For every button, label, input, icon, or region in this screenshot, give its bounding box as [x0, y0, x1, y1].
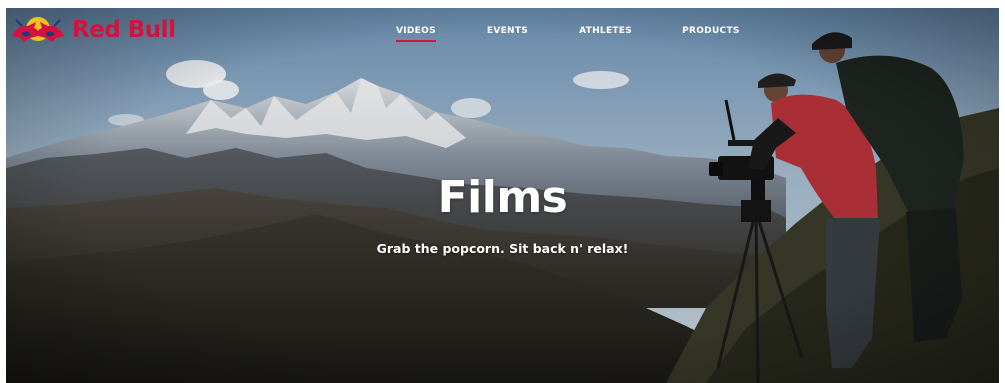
nav-item-videos[interactable]: VIDEOS [396, 26, 436, 42]
main-nav: VIDEOS EVENTS ATHLETES PRODUCTS [396, 26, 740, 42]
brand-name: Red Bull [72, 17, 176, 43]
active-nav-indicator [396, 40, 436, 42]
top-navigation-bar: Red Bull VIDEOS EVENTS ATHLETES PRODUCTS [6, 8, 999, 56]
nav-item-events[interactable]: EVENTS [487, 26, 528, 36]
nav-link-events[interactable]: EVENTS [487, 26, 528, 36]
nav-link-videos[interactable]: VIDEOS [396, 26, 436, 36]
hero-title: Films [437, 172, 568, 223]
nav-item-products[interactable]: PRODUCTS [682, 26, 740, 36]
brand-logo[interactable]: Red Bull [10, 14, 176, 46]
charging-bulls-icon [12, 17, 64, 42]
nav-item-athletes[interactable]: ATHLETES [579, 26, 632, 36]
nav-link-athletes[interactable]: ATHLETES [579, 26, 632, 36]
hero-subtitle: Grab the popcorn. Sit back n' relax! [376, 241, 629, 256]
nav-link-products[interactable]: PRODUCTS [682, 26, 740, 36]
page-frame: Red Bull VIDEOS EVENTS ATHLETES PRODUCTS… [6, 8, 999, 383]
